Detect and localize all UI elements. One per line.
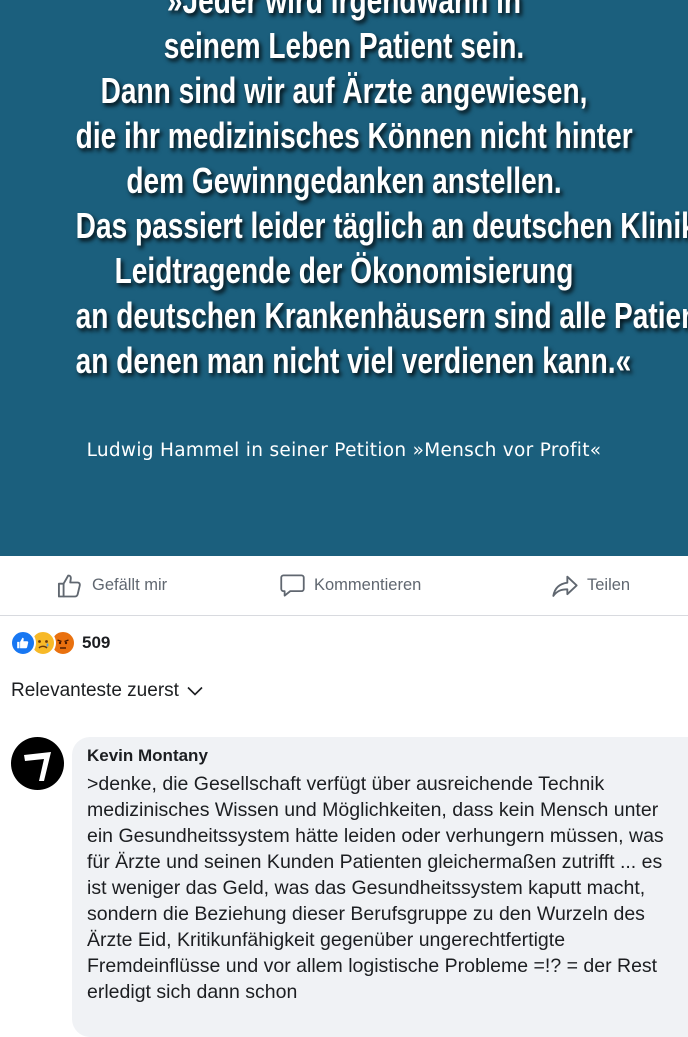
reaction-count: 509 [82,633,111,652]
quote-line: seinem Leben Patient sein. [163,25,525,66]
comment-icon [280,574,305,597]
quote-line: Das passiert leider täglich an deutschen… [75,205,688,246]
reaction-summary[interactable]: 509 [10,630,110,656]
like-label: Gefällt mir [92,576,168,594]
share-button[interactable]: Teilen [551,556,630,615]
quote-line: Dann sind wir auf Ärzte angewiesen, [100,70,588,111]
sort-label: Relevanteste zuerst [11,680,179,701]
thumbs-up-icon [57,574,81,597]
quote-attribution: Ludwig Hammel in seiner Petition »Mensch… [86,440,602,461]
quote-text: »Jeder wird irgendwann in seinem Leben P… [75,0,688,383]
post-action-bar: Gefällt mir Kommentieren Teilen [0,556,688,616]
chevron-down-icon [187,686,203,696]
comment-sort-dropdown[interactable]: Relevanteste zuerst [11,680,205,702]
comment-text: >denke, die Gesellschaft verfügt über au… [87,773,664,1003]
quote-line: Leidtragende der Ökonomisierung [114,250,574,291]
quote-line: dem Gewinngedanken anstellen. [126,160,562,201]
avatar[interactable] [11,737,64,790]
comment-button[interactable]: Kommentieren [279,556,421,615]
quote-line: die ihr medizinisches Können nicht hinte… [75,115,633,156]
quote-line: an deutschen Krankenhäusern sind alle Pa… [75,295,688,336]
like-icon [10,630,36,656]
share-label: Teilen [587,576,631,594]
comment-author[interactable]: Kevin Montany [87,746,208,766]
quote-line: »Jeder wird irgendwann in [166,0,522,21]
comment-label: Kommentieren [314,576,422,594]
like-button[interactable]: Gefällt mir [56,556,167,615]
quote-line: an denen man nicht viel verdienen kann.« [75,340,632,381]
share-arrow-icon [552,575,578,597]
post-image[interactable]: »Jeder wird irgendwann in seinem Leben P… [0,0,688,556]
